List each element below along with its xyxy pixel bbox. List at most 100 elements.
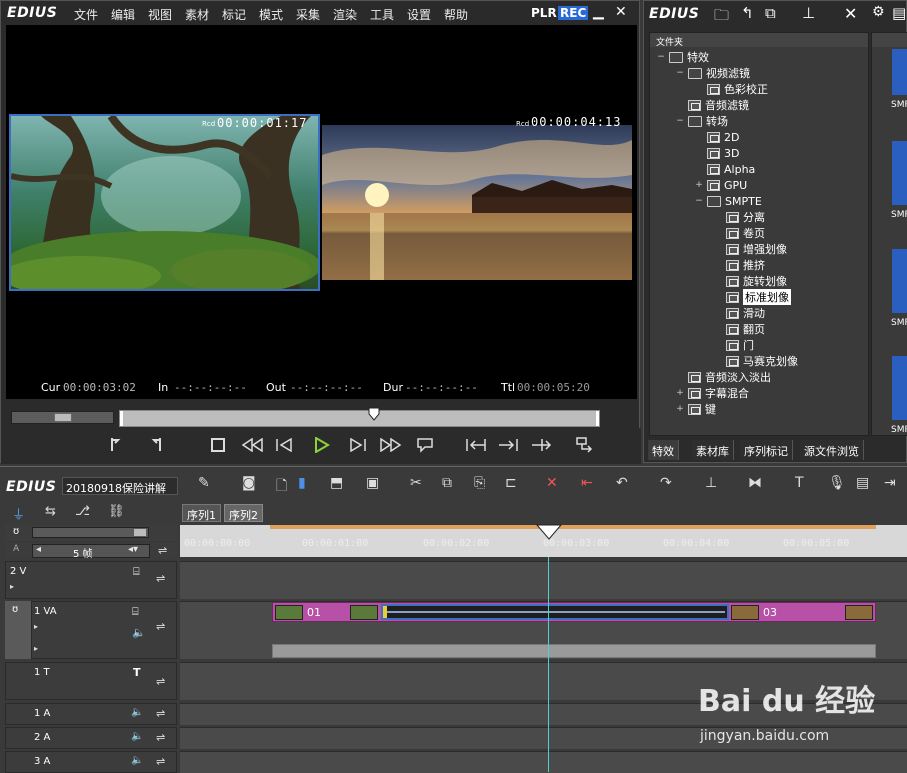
group-icon[interactable]: ⎇ xyxy=(75,504,90,519)
video-mute-icon[interactable]: ⌸ xyxy=(133,565,140,579)
tree-item[interactable]: + 键 xyxy=(675,401,716,417)
undo-icon[interactable]: ↶ xyxy=(616,475,628,491)
tab-sequence-2[interactable]: 序列2 xyxy=(224,504,263,522)
stop-button[interactable] xyxy=(206,428,230,462)
folder-icon[interactable]: 🗀 xyxy=(714,5,729,30)
tree-item[interactable]: + 字幕混合 xyxy=(675,385,749,401)
audio-clip-strip[interactable] xyxy=(272,644,876,658)
tree-item[interactable]: − SMPTE xyxy=(694,193,762,209)
export-button[interactable] xyxy=(571,428,597,462)
position-bar[interactable] xyxy=(119,407,600,427)
tree-item[interactable]: 旋转划像 xyxy=(713,273,787,289)
tree-item[interactable]: 3D xyxy=(694,145,739,161)
tab-sequence-markers[interactable]: 序列标记 xyxy=(740,440,793,460)
track-header-2v[interactable]: 2 V ⌸ ▸ ⇌ xyxy=(5,561,177,599)
menu-capture[interactable]: 采集 xyxy=(296,6,320,23)
import-icon[interactable]: ⬒ xyxy=(330,475,343,491)
copy-icon[interactable]: ⧉ xyxy=(442,475,452,491)
expand-toggle-icon[interactable]: + xyxy=(694,180,704,190)
sync-lock-cell[interactable]: ʊ xyxy=(5,601,31,659)
play-button[interactable] xyxy=(309,428,335,462)
ripple-delete-icon[interactable]: ⇤ xyxy=(581,475,593,491)
track-header-3a[interactable]: 3 A 🔈 ⇌ xyxy=(5,751,177,773)
render-icon[interactable]: ▤ xyxy=(856,475,869,491)
track-header-1va[interactable]: 1 VA ⌸ 🔈 ▸ ▸ ⇌ xyxy=(31,601,177,659)
replace-icon[interactable]: ⊏ xyxy=(505,475,517,491)
lock-toggle-icon[interactable]: ʊ xyxy=(13,526,19,537)
ripple-icon[interactable]: ⇆ xyxy=(45,504,56,519)
title-track-icon[interactable]: T xyxy=(133,666,141,679)
fast-forward-button[interactable] xyxy=(377,428,405,462)
video-mute-icon[interactable]: ⌸ xyxy=(132,605,139,619)
shuttle-slider[interactable] xyxy=(11,411,114,424)
tab-sequence-1[interactable]: 序列1 xyxy=(182,504,221,522)
tree-item[interactable]: 卷页 xyxy=(713,225,765,241)
shuttle-handle[interactable] xyxy=(54,413,72,422)
menu-file[interactable]: 文件 xyxy=(74,6,98,23)
rewind-button[interactable] xyxy=(238,428,266,462)
step-forward-button[interactable] xyxy=(345,428,371,462)
output-icon[interactable]: ⇥ xyxy=(884,475,896,491)
insert-to-timeline-button[interactable] xyxy=(463,428,489,462)
overwrite-to-timeline-button[interactable] xyxy=(495,428,521,462)
track-patch-icon[interactable]: ⇌ xyxy=(156,620,165,633)
tab-effects[interactable]: 特效 xyxy=(648,440,679,460)
expand-toggle-icon[interactable]: − xyxy=(694,196,704,206)
expand-icon[interactable]: ▸ xyxy=(10,582,14,591)
delete-icon[interactable]: ✕ xyxy=(844,4,857,23)
chevron-left-icon[interactable]: ◂ xyxy=(36,544,41,555)
microphone-icon[interactable]: 🎙 xyxy=(828,475,846,491)
effect-thumbnail[interactable] xyxy=(892,249,907,313)
transition-block[interactable] xyxy=(381,604,729,620)
video-clip-strip[interactable]: 01 03 xyxy=(272,602,876,622)
track-patch-icon[interactable]: ⇌ xyxy=(156,755,165,768)
menu-help[interactable]: 帮助 xyxy=(444,6,468,23)
properties-icon[interactable]: ⚙ xyxy=(872,4,885,20)
delete-clip-icon[interactable]: ✕ xyxy=(546,475,558,491)
rec-mode-button[interactable]: REC xyxy=(558,6,589,20)
timeline-zoom-slider[interactable] xyxy=(32,527,149,538)
tree-item[interactable]: 滑动 xyxy=(713,305,765,321)
title-icon[interactable]: T xyxy=(795,475,804,491)
loop-button[interactable] xyxy=(413,428,437,462)
track-area-2v[interactable] xyxy=(180,561,907,599)
expand-icon[interactable]: ▸ xyxy=(34,622,38,631)
tree-item[interactable]: 音频滤镜 xyxy=(675,97,749,113)
menu-tools[interactable]: 工具 xyxy=(370,6,394,23)
expand-toggle-icon[interactable]: − xyxy=(675,116,685,126)
track-header-2a[interactable]: 2 A 🔈 ⇌ xyxy=(5,727,177,749)
tree-item[interactable]: 标准划像 xyxy=(713,289,791,305)
tree-item[interactable]: 翻页 xyxy=(713,321,765,337)
paste-icon[interactable]: ⎘ xyxy=(474,475,485,491)
speaker-icon[interactable]: 🔈 xyxy=(131,707,143,718)
speaker-icon[interactable]: 🔈 xyxy=(131,755,143,766)
view-toggle-icon[interactable]: ▤ xyxy=(892,4,906,22)
new-sequence-icon[interactable]: 🗋 xyxy=(276,475,287,499)
zoom-slider-handle[interactable] xyxy=(134,529,146,536)
menu-render[interactable]: 渲染 xyxy=(333,6,357,23)
set-out-button[interactable] xyxy=(143,428,171,462)
zoom-dropdown[interactable]: ◂ 5 帧 ◂▾ xyxy=(32,544,150,560)
minimize-icon[interactable]: ▁ xyxy=(593,4,604,20)
tree-item[interactable]: − 特效 xyxy=(656,49,709,65)
playhead-marker[interactable] xyxy=(368,407,380,421)
copy-icon[interactable]: ⧉ xyxy=(765,4,776,22)
step-back-button[interactable] xyxy=(271,428,297,462)
match-frame-button[interactable] xyxy=(527,428,557,462)
up-folder-icon[interactable]: ↰ xyxy=(741,4,754,22)
tree-item[interactable]: 马赛克划像 xyxy=(713,353,798,369)
mode-icon[interactable]: ✎ xyxy=(198,475,210,491)
tree-item[interactable]: 分离 xyxy=(713,209,765,225)
expand-toggle-icon[interactable]: − xyxy=(675,68,685,78)
expand-toggle-icon[interactable]: + xyxy=(675,388,685,398)
open-icon[interactable]: ▮ xyxy=(298,475,306,491)
transition-icon[interactable]: ⧓ xyxy=(748,475,762,491)
save-icon[interactable]: ▣ xyxy=(366,475,379,491)
tab-clip-library[interactable]: 素材库 xyxy=(692,440,734,460)
speaker-icon[interactable]: 🔈 xyxy=(131,731,143,742)
cut-icon[interactable]: ✂ xyxy=(410,475,422,491)
chevron-down-icon[interactable]: ◂▾ xyxy=(128,544,138,555)
track-patch-icon[interactable]: ⇌ xyxy=(156,572,165,585)
marker-icon[interactable]: ⊥ xyxy=(705,475,717,491)
track-patch-icon[interactable]: ⇌ xyxy=(156,675,165,688)
